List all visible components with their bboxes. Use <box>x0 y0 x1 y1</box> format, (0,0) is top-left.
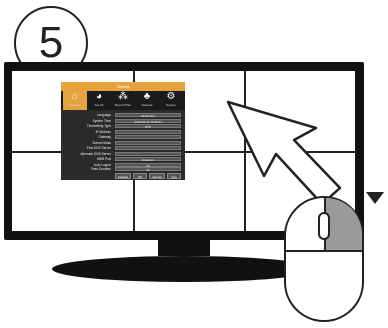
mouse-scroll-wheel <box>318 212 330 240</box>
tab-set-all[interactable]: ◕ Set All <box>87 91 111 110</box>
default-button[interactable]: Default <box>115 173 131 179</box>
dialog-tab-bar: ⌂ General ◕ Set All ⁂ Record Plan ♣ Netw… <box>61 91 185 110</box>
first-dns-field[interactable] <box>115 146 181 150</box>
settings-dialog: Setting ⌂ General ◕ Set All ⁂ Record Pla… <box>61 82 185 180</box>
click-indicator-triangle-icon <box>366 192 384 204</box>
ip-address-field[interactable] <box>115 129 181 134</box>
web-port-select[interactable]: Disabled <box>115 157 181 162</box>
tab-system[interactable]: ⚙ System <box>159 91 183 110</box>
tab-label: System <box>165 103 176 107</box>
subnet-mask-field[interactable] <box>115 140 181 145</box>
alternate-dns-field[interactable] <box>115 151 181 156</box>
monitor-base <box>52 256 316 282</box>
language-select[interactable]: ENGLISH <box>115 113 181 118</box>
step-number: 5 <box>38 18 64 67</box>
gateway-field[interactable] <box>115 135 181 139</box>
tab-network[interactable]: ♣ Network <box>135 91 159 110</box>
tab-label: Record Plan <box>114 103 132 107</box>
field-row-pass-duration: Pass Duration 30 <box>63 166 183 172</box>
home-icon: ⌂ <box>71 91 79 102</box>
tab-label: General <box>69 103 81 107</box>
cancel-button[interactable]: Cancel <box>149 173 165 179</box>
network-tree-icon: ⁂ <box>118 91 128 102</box>
tab-label: Set All <box>94 103 104 107</box>
ok-button[interactable]: OK <box>133 173 147 179</box>
tab-record-plan[interactable]: ⁂ Record Plan <box>111 91 135 110</box>
timesetting-type-select[interactable]: NTP <box>115 124 181 129</box>
apply-button[interactable]: App <box>167 173 181 179</box>
pointer-arrow-icon <box>226 100 342 206</box>
tab-label: Network <box>141 103 153 107</box>
field-label: Pass Duration <box>90 167 111 171</box>
monitor-neck <box>158 240 210 256</box>
system-time-field[interactable]: 2018-04-24 16:05:27 <box>115 118 181 124</box>
dialog-title: Setting <box>61 82 185 91</box>
pass-duration-field[interactable]: 30 <box>115 167 181 172</box>
gauge-icon: ◕ <box>95 91 103 102</box>
bell-icon: ♣ <box>143 91 151 102</box>
gear-icon: ⚙ <box>166 91 176 102</box>
mouse-button-divider <box>286 250 362 252</box>
tab-general[interactable]: ⌂ General <box>63 91 87 110</box>
